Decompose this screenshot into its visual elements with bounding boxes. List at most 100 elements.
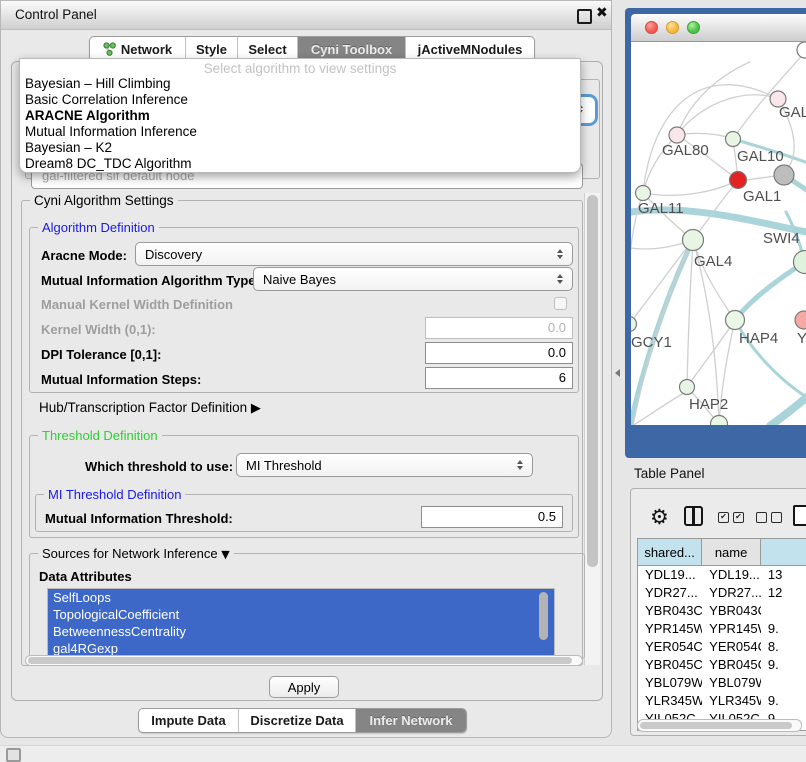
network-edge[interactable] [693,240,735,320]
table-cell[interactable]: YDR27... [638,584,702,602]
network-edge[interactable] [643,85,778,193]
node-salmon[interactable] [795,311,806,329]
manual-kernel-checkbox[interactable] [554,297,567,310]
network-window-titlebar[interactable] [631,14,806,42]
table-hscrollbar-thumb[interactable] [640,722,792,729]
checked-checkbox-icon[interactable]: ✔ [733,512,744,523]
tab-impute-data[interactable]: Impute Data [139,709,239,732]
float-window-icon[interactable] [577,9,592,24]
node-hap4[interactable] [726,311,745,330]
attribute-list-item[interactable]: BetweennessCentrality [48,623,554,640]
table-row[interactable]: YDL19...YDL19...13 [638,566,806,584]
table-row[interactable]: YLR345WYLR345W9. [638,692,806,710]
settings-hscrollbar[interactable] [25,655,583,666]
network-edge[interactable] [643,180,738,195]
algorithm-option[interactable]: Dream8 DC_TDC Algorithm [20,156,580,172]
algorithm-option[interactable]: ARACNE Algorithm [20,108,580,124]
table-cell[interactable]: 12 [761,584,806,602]
kernel-width-field[interactable]: 0.0 [425,317,573,339]
table-cell[interactable]: 9. [761,620,806,638]
docked-panel-icon[interactable] [6,748,21,762]
network-edge[interactable] [633,240,693,425]
table-cell[interactable]: YER054C [638,638,702,656]
table-cell[interactable]: YBL079W [702,674,761,692]
table-cell[interactable] [761,602,806,620]
table-cell[interactable]: YBR045C [638,656,702,674]
network-edge[interactable] [631,240,693,425]
table-cell[interactable]: YBR043C [638,602,702,620]
table-cell[interactable]: YLR345W [702,692,761,710]
splitter-handle[interactable] [615,369,620,377]
gear-icon[interactable]: ⚙ [650,507,669,528]
table-cell[interactable]: 9. [761,692,806,710]
unchecked-checkbox-icon[interactable] [771,512,782,523]
mi-threshold-field[interactable]: 0.5 [421,506,563,528]
algorithm-option[interactable]: Bayesian – Hill Climbing [20,76,580,92]
node-gal1[interactable] [730,172,747,189]
algorithm-option[interactable]: Bayesian – K2 [20,140,580,156]
dpi-tolerance-field[interactable]: 0.0 [425,342,573,364]
settings-scrollbar-thumb[interactable] [587,195,598,567]
table-row[interactable]: YBR043CYBR043C [638,602,806,620]
table-cell[interactable]: YPR145W [638,620,702,638]
node-hap2[interactable] [680,380,695,395]
table-row[interactable]: YDR27...YDR27...12 [638,584,806,602]
zoom-traffic-icon[interactable] [687,21,700,34]
table-cell[interactable]: YBR045C [702,656,761,674]
table-cell[interactable]: YDL19... [638,566,702,584]
node-gal10[interactable] [726,132,741,147]
node-top-right[interactable] [797,42,806,58]
hub-definition-toggle[interactable]: Hub/Transcription Factor Definition ▶ [39,400,261,416]
table-row[interactable]: YER054CYER054C8. [638,638,806,656]
node-gcy1[interactable] [631,317,637,332]
network-edge[interactable] [677,62,750,135]
aracne-mode-select[interactable]: Discovery [135,242,573,266]
table-cell[interactable]: 13 [761,566,806,584]
tab-infer-network[interactable]: Infer Network [356,709,466,732]
attribute-list-item[interactable]: TopologicalCoefficient [48,606,554,623]
table-cell[interactable]: YLR345W [638,692,702,710]
network-edge[interactable] [770,396,806,425]
tab-discretize-data[interactable]: Discretize Data [239,709,356,732]
unchecked-checkbox-icon[interactable] [756,512,767,523]
table-row[interactable]: YBL079WYBL079W [638,674,806,692]
table-cell[interactable]: YBL079W [638,674,702,692]
network-edge[interactable] [735,262,805,320]
column-header-shared[interactable]: shared... [638,539,702,565]
table-row[interactable]: YBR045CYBR045C9. [638,656,806,674]
table-hscrollbar[interactable] [637,719,802,732]
document-icon[interactable] [793,505,806,526]
apply-button[interactable]: Apply [269,676,339,698]
column-header-name[interactable]: name [702,539,761,565]
network-edge[interactable] [632,393,684,425]
table-cell[interactable]: YPR145W [702,620,761,638]
collapse-arrow-icon[interactable]: ▼ [221,548,229,561]
table-cell[interactable]: 8. [761,638,806,656]
column-header-extra[interactable] [761,539,806,565]
table-cell[interactable]: YBR043C [702,602,761,620]
mi-steps-field[interactable]: 6 [425,367,573,389]
table-cell[interactable]: YDL19... [702,566,761,584]
split-columns-icon[interactable] [684,506,703,526]
node-gal4[interactable] [683,230,704,251]
network-canvas[interactable]: GALGAL80GAL10GAL1GAL11GAL4SWI4GCY1HAP4YH… [631,42,806,425]
settings-hscrollbar-thumb[interactable] [28,657,572,664]
algorithm-option[interactable]: Mutual Information Inference [20,124,580,140]
node-gal11[interactable] [636,186,651,201]
node-gal80[interactable] [669,127,685,143]
attribute-list-item[interactable]: SelfLoops [48,589,554,606]
mi-type-select[interactable]: Naive Bayes [253,267,573,291]
table-cell[interactable]: YER054C [702,638,761,656]
node-table[interactable]: shared... name YDL19...YDL19...13YDR27..… [637,538,806,731]
table-cell[interactable] [761,674,806,692]
attributes-scrollbar-thumb[interactable] [539,592,548,640]
table-cell[interactable]: 9. [761,656,806,674]
close-traffic-icon[interactable] [645,21,658,34]
checked-checkbox-icon[interactable]: ✔ [718,512,729,523]
which-threshold-select[interactable]: MI Threshold [236,453,533,477]
close-icon[interactable]: ✖ [596,5,608,21]
settings-scrollbar[interactable] [584,193,600,665]
minimize-traffic-icon[interactable] [666,21,679,34]
network-edge[interactable] [687,240,693,387]
data-attributes-list[interactable]: SelfLoopsTopologicalCoefficientBetweenne… [47,588,555,657]
